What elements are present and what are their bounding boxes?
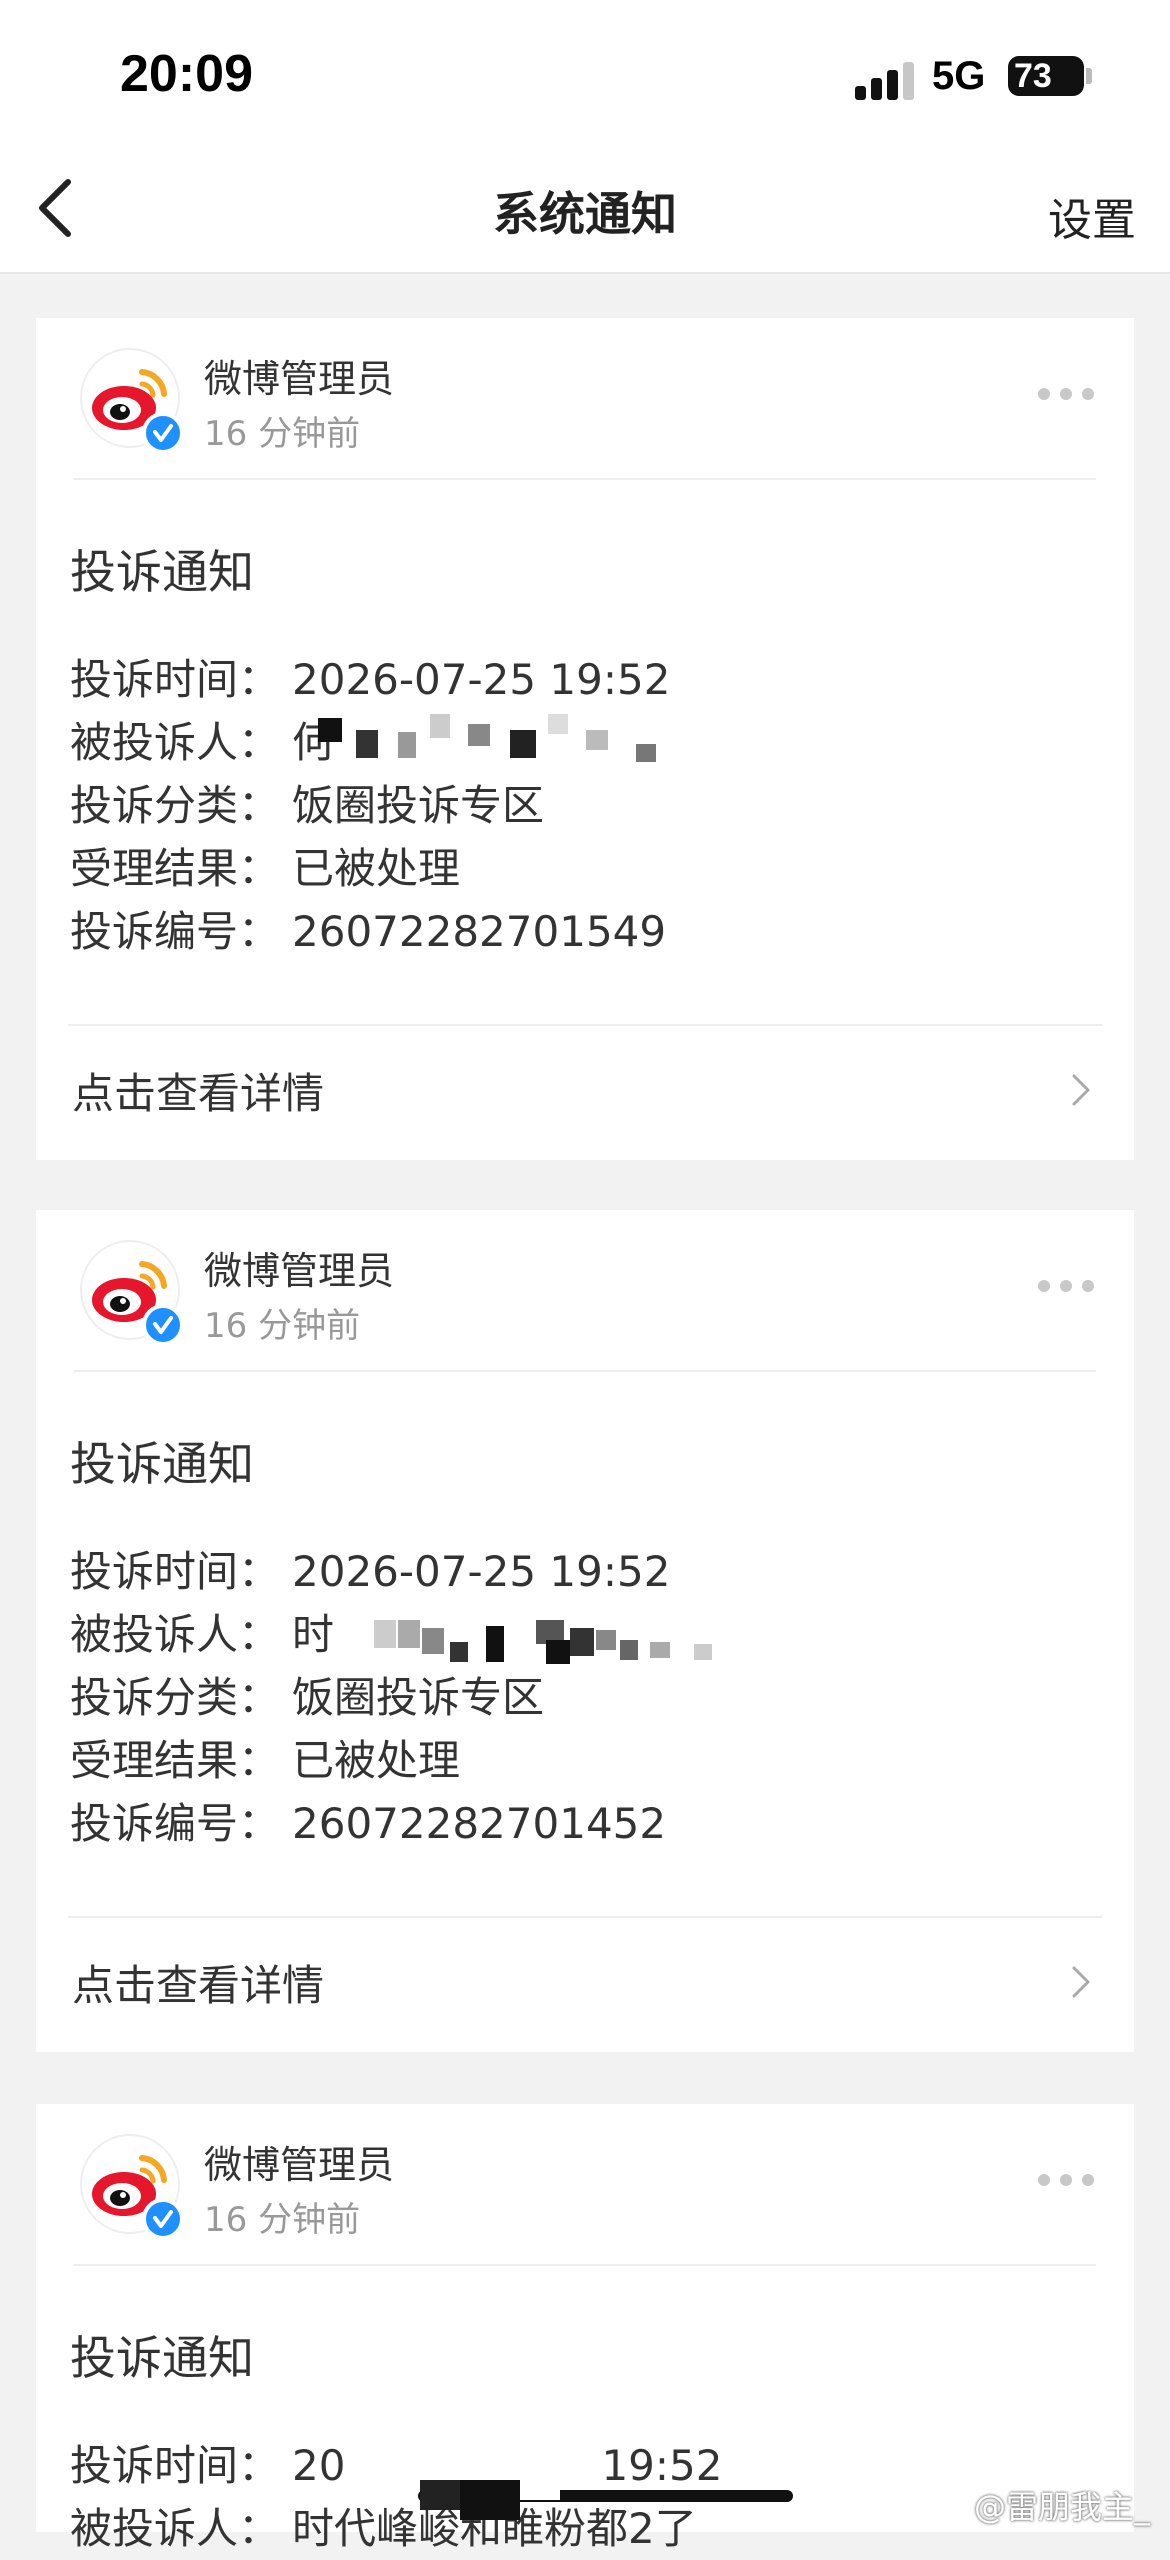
notification-card[interactable]: 微博管理员 16 分钟前 投诉通知 投诉时间： 2026-07-25 19:52 被… [36,318,1134,1160]
nav-bar: 系统通知 设置 [0,150,1170,274]
field-label: 投诉分类： [70,1673,281,1722]
field-value: 时 [292,1610,335,1659]
timestamp: 16 分钟前 [204,1306,361,1346]
battery-icon: 73 [1008,56,1084,96]
divider [74,1370,1096,1372]
field-value: 20 [292,2441,346,2490]
notification-title: 投诉通知 [70,2331,254,2385]
notification-card[interactable]: 微博管理员 16 分钟前 投诉通知 投诉时间： 20 19:52 被投诉人： 时代峰峻和… [36,2104,1134,2553]
field-value: 2026-07-25 19:52 [292,1547,671,1596]
sender-name[interactable]: 微博管理员 [204,348,394,403]
more-dots-icon[interactable] [1038,388,1094,402]
field-row: 受理结果： 已被处理 [70,1729,670,1792]
field-row: 被投诉人： 时代峰峻和睢粉都2了 [70,2497,723,2560]
field-label: 被投诉人： [70,2504,281,2553]
divider [68,1916,1102,1918]
field-label: 投诉分类： [70,781,281,830]
status-time: 20:09 [120,45,253,103]
divider [74,2264,1096,2266]
battery-cap [1086,68,1092,84]
field-label: 投诉编号： [70,907,281,956]
more-dots-icon[interactable] [1038,2174,1094,2188]
sender-name[interactable]: 微博管理员 [204,1240,394,1295]
field-value: 26072282701452 [292,1799,667,1848]
divider [74,478,1096,480]
status-bar: 20:09 5G 73 [0,0,1170,150]
notification-title: 投诉通知 [70,1437,254,1491]
field-label: 投诉时间： [70,655,281,704]
view-details-link[interactable]: 点击查看详情 [72,1952,324,2013]
field-label: 投诉时间： [70,2441,281,2490]
timestamp: 16 分钟前 [204,414,361,454]
field-value-tail: 19:52 [601,2441,723,2490]
chevron-right-icon[interactable] [1066,1962,1096,2002]
field-label: 投诉编号： [70,1799,281,1848]
field-label: 受理结果： [70,844,281,893]
view-details-link[interactable]: 点击查看详情 [72,1060,324,1121]
settings-button[interactable]: 设置 [1048,184,1136,248]
field-label: 受理结果： [70,1736,281,1785]
signal-icon [855,60,917,100]
notification-fields: 投诉时间： 2026-07-25 19:52 被投诉人：时投诉分类： 饭圈投诉专区 受理… [70,1540,670,1855]
field-value: 已被处理 [292,1736,461,1785]
sender-name[interactable]: 微博管理员 [204,2134,394,2189]
field-value: 26072282701549 [292,907,667,956]
network-type: 5G [932,54,986,98]
field-value: 饭圈投诉专区 [292,781,545,830]
page-title: 系统通知 [493,187,677,241]
field-label: 投诉时间： [70,1547,281,1596]
field-label: 被投诉人： [70,718,281,767]
field-row: 投诉编号： 26072282701452 [70,1792,670,1855]
field-value: 饭圈投诉专区 [292,1673,545,1722]
timestamp: 16 分钟前 [204,2200,361,2240]
field-row: 投诉时间： 2026-07-25 19:52 [70,1540,670,1603]
field-row: 投诉编号： 26072282701549 [70,900,670,963]
field-row: 投诉分类： 饭圈投诉专区 [70,774,670,837]
field-label: 被投诉人： [70,1610,281,1659]
watermark: @雷朋我主_ [973,2488,1150,2526]
verified-badge-icon [142,1304,184,1346]
field-row: 投诉分类： 饭圈投诉专区 [70,1666,670,1729]
more-dots-icon[interactable] [1038,1280,1094,1294]
chevron-right-icon[interactable] [1066,1070,1096,1110]
field-row: 受理结果： 已被处理 [70,837,670,900]
field-row: 投诉时间： 2026-07-25 19:52 [70,648,670,711]
field-value: 2026-07-25 19:52 [292,655,671,704]
verified-badge-icon [142,412,184,454]
divider [68,1024,1102,1026]
notification-title: 投诉通知 [70,545,254,599]
field-value: 已被处理 [292,844,461,893]
notification-fields: 投诉时间： 2026-07-25 19:52 被投诉人：何投诉分类： 饭圈投诉专区 受理… [70,648,670,963]
verified-badge-icon [142,2198,184,2240]
